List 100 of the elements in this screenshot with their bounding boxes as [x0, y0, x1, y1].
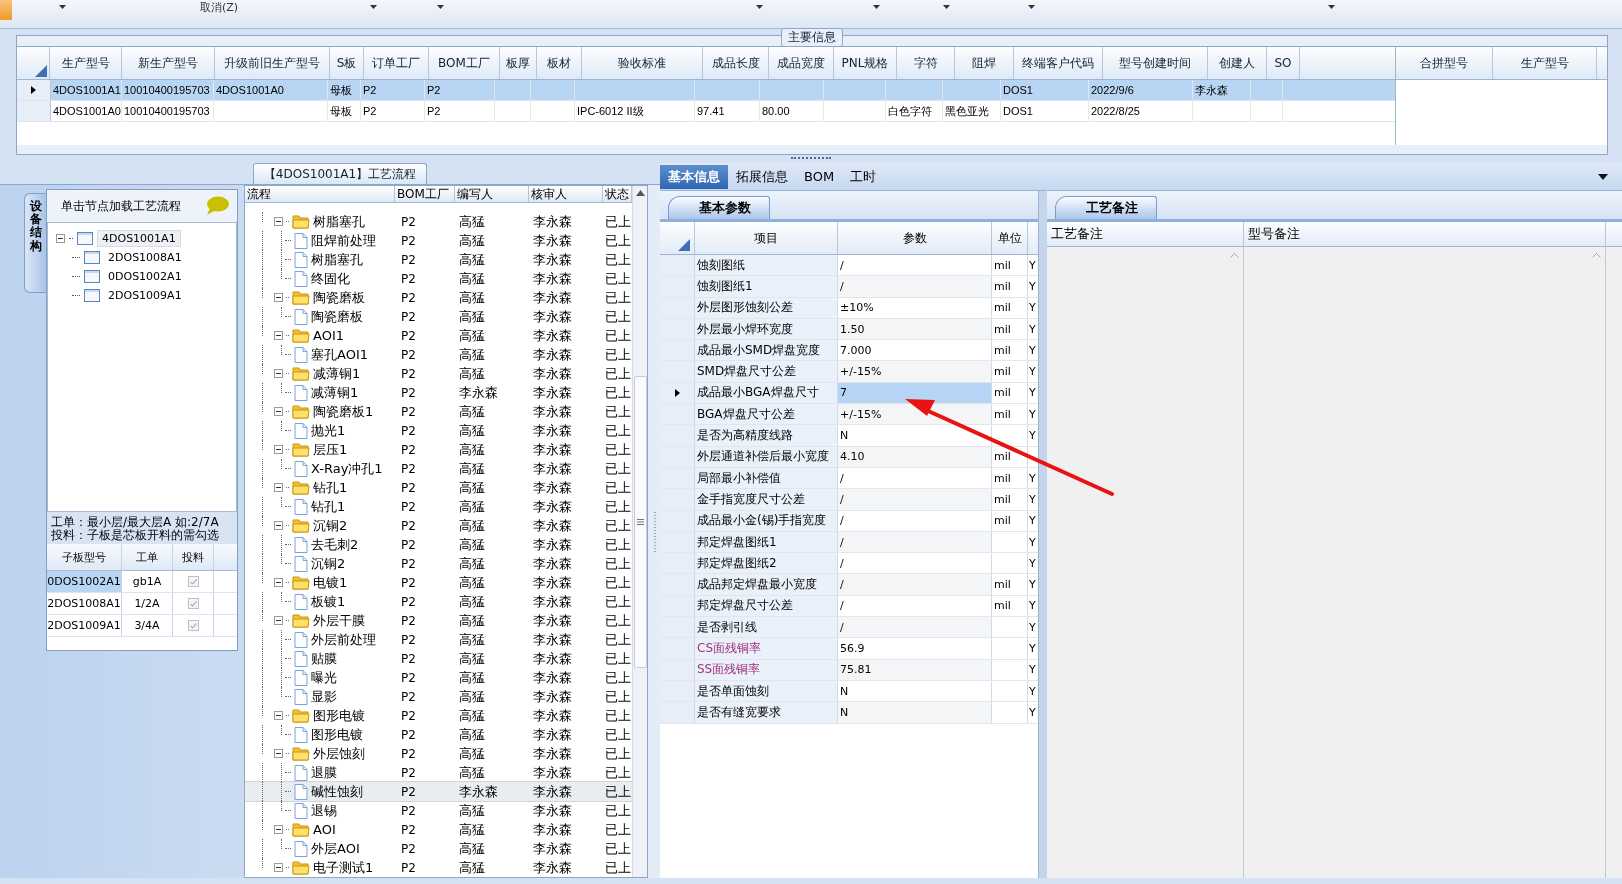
dropdown-arrow-icon[interactable] — [1028, 5, 1036, 9]
tree-node[interactable]: 2DOS1008A1 — [104, 250, 186, 265]
column-header[interactable]: SO — [1267, 47, 1300, 79]
table-cell[interactable]: 7.000 — [838, 340, 992, 361]
column-header[interactable]: PNL规格 — [834, 47, 897, 79]
dropdown-arrow-icon[interactable] — [756, 5, 764, 9]
table-cell[interactable]: / — [838, 531, 992, 553]
checkbox[interactable] — [187, 576, 199, 587]
process-step[interactable]: 贴膜 — [311, 649, 337, 668]
splitter-grip-icon[interactable] — [653, 511, 657, 552]
tree-node[interactable]: 0DOS1002A1 — [104, 269, 186, 284]
table-cell[interactable]: 2DOS1009A1 — [47, 615, 122, 636]
table-row[interactable]: 4DOS1001A0 10010400195703 母板 P2 P2 IPC-6012 II级 97.41 80.00 白色字符 黑色亚光 DOS1 2022/8/25 — [17, 101, 1395, 122]
dropdown-arrow-icon[interactable] — [873, 5, 881, 9]
process-step[interactable]: 陶瓷磨板 — [311, 307, 363, 326]
column-header[interactable]: 子板型号 — [47, 544, 122, 570]
collapse-icon[interactable] — [274, 521, 283, 530]
collapse-icon[interactable] — [274, 331, 283, 340]
column-header[interactable]: 编写人 — [455, 186, 529, 202]
collapse-icon[interactable] — [274, 749, 283, 758]
table-row[interactable]: 4DOS1001A1 10010400195703 4DOS1001A0 母板 P2 P2 DOS1 2022/9/6 李永森 — [17, 80, 1395, 101]
sub-tab[interactable]: 工艺备注 — [1055, 196, 1157, 219]
process-step[interactable]: 外层前处理 — [311, 630, 376, 649]
column-header[interactable]: 参数 — [838, 222, 992, 254]
process-step[interactable]: 层压1 — [313, 440, 348, 459]
collapse-icon[interactable] — [274, 445, 283, 454]
tree-node[interactable]: 2DOS1009A1 — [104, 288, 186, 303]
process-step[interactable]: 树脂塞孔 — [313, 212, 365, 231]
process-step[interactable]: 阻焊前处理 — [311, 231, 376, 250]
table-cell[interactable]: / — [838, 553, 992, 574]
table-cell[interactable]: N — [838, 680, 992, 702]
column-header[interactable]: 成品宽度 — [769, 47, 834, 79]
column-header[interactable]: 生产型号 — [50, 47, 122, 79]
collapse-icon[interactable] — [274, 217, 283, 226]
column-header[interactable]: BOM工厂 — [395, 186, 455, 202]
dropdown-arrow-icon[interactable] — [943, 5, 951, 9]
row-header[interactable] — [17, 80, 51, 100]
column-header[interactable]: 型号创建时间 — [1103, 47, 1208, 79]
collapse-icon[interactable] — [274, 863, 283, 872]
process-step[interactable]: 电镀1 — [313, 573, 348, 592]
collapse-icon[interactable] — [56, 234, 65, 243]
column-header[interactable]: 单位 — [992, 222, 1028, 254]
process-step[interactable]: 沉铜2 — [313, 516, 348, 535]
process-step[interactable]: 钻孔1 — [311, 497, 346, 516]
column-header[interactable]: 字符 — [897, 47, 955, 79]
table-cell[interactable]: N — [838, 425, 992, 446]
cancel-menu-item[interactable]: 取消(Z) — [200, 0, 239, 14]
process-step[interactable]: 陶瓷磨板 — [313, 288, 365, 307]
process-step[interactable]: 抛光1 — [311, 421, 346, 440]
tab[interactable]: 拓展信息 — [728, 164, 796, 189]
process-step[interactable]: 陶瓷磨板1 — [313, 402, 374, 421]
column-header[interactable]: 投料 — [173, 544, 214, 570]
table-cell[interactable]: 1.50 — [838, 318, 992, 340]
splitter-bar[interactable] — [1038, 191, 1047, 878]
column-header[interactable]: BOM工厂 — [429, 47, 500, 79]
table-cell[interactable]: 2DOS1008A1 — [47, 593, 122, 614]
process-step[interactable]: AOI1 — [313, 328, 344, 343]
column-header[interactable]: 项目 — [695, 222, 838, 254]
table-cell[interactable]: / — [838, 617, 992, 638]
column-header[interactable]: 工单 — [122, 544, 173, 570]
column-header[interactable]: 合拼型号 — [1396, 47, 1493, 79]
process-step[interactable]: 退膜 — [311, 763, 337, 782]
process-step[interactable]: 板镀1 — [311, 592, 346, 611]
side-tab[interactable]: 设备结构 — [24, 193, 46, 293]
dropdown-arrow-icon[interactable] — [370, 5, 378, 9]
table-cell[interactable]: / — [838, 255, 992, 276]
process-step[interactable]: 减薄铜1 — [311, 383, 359, 402]
table-cell[interactable]: 56.9 — [838, 638, 992, 659]
collapse-icon[interactable] — [274, 578, 283, 587]
column-header[interactable]: 板厚 — [500, 47, 537, 79]
column-header[interactable]: 阻焊 — [955, 47, 1014, 79]
process-step[interactable]: 曝光 — [311, 668, 337, 687]
table-cell[interactable]: N — [838, 702, 992, 723]
process-step[interactable]: 塞孔AOI1 — [311, 345, 368, 364]
column-header[interactable]: 验收标准 — [582, 47, 703, 79]
checkbox[interactable] — [187, 620, 199, 631]
table-cell[interactable]: / — [838, 276, 992, 297]
collapse-icon[interactable] — [274, 825, 283, 834]
table-cell[interactable]: / — [838, 489, 992, 510]
process-step[interactable]: 沉铜2 — [311, 554, 346, 573]
process-step[interactable]: 树脂塞孔 — [311, 250, 363, 269]
process-step[interactable]: 去毛刺2 — [311, 535, 359, 554]
process-step[interactable]: X-Ray冲孔1 — [311, 459, 383, 478]
table-cell[interactable]: / — [838, 574, 992, 595]
column-header[interactable]: 生产型号 — [1493, 47, 1597, 79]
scrollbar-thumb[interactable] — [634, 376, 647, 668]
table-cell[interactable]: +/-15% — [838, 361, 992, 382]
table-cell[interactable]: +/-15% — [838, 404, 992, 425]
column-header[interactable]: 成品长度 — [703, 47, 769, 79]
table-cell[interactable]: / — [838, 467, 992, 489]
column-header[interactable]: 终端客户代码 — [1014, 47, 1103, 79]
scroll-up-icon[interactable] — [636, 190, 645, 196]
collapse-icon[interactable] — [274, 616, 283, 625]
column-header[interactable]: 新生产型号 — [122, 47, 215, 79]
table-cell[interactable]: 0DOS1002A1 — [47, 571, 122, 592]
collapse-icon[interactable] — [274, 483, 283, 492]
process-step[interactable]: AOI — [313, 822, 336, 837]
sub-tab[interactable]: 基本参数 — [668, 196, 770, 219]
tab[interactable]: 基本信息 — [660, 164, 728, 189]
process-step[interactable]: 图形电镀 — [313, 706, 365, 725]
